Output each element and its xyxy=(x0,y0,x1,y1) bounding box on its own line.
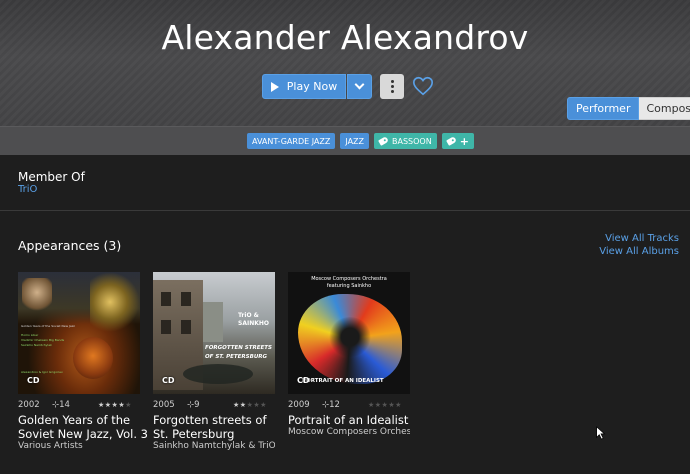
tag-avant-garde-jazz[interactable]: AVANT-GARDE JAZZ xyxy=(247,133,336,149)
album-artist[interactable]: Various Artists xyxy=(18,441,140,452)
artist-header: Alexander Alexandrov Play Now Performer … xyxy=(0,0,690,126)
album-title[interactable]: Portrait of an Idealist xyxy=(288,413,418,427)
view-all-tracks-link[interactable]: View All Tracks xyxy=(599,232,679,245)
album-meta: 2005 ⊹9 ★★★★★ xyxy=(153,399,275,411)
mouse-cursor-icon xyxy=(596,426,606,440)
appearances-heading: Appearances (3) xyxy=(18,238,122,253)
rating-stars: ★★★★★ xyxy=(368,401,402,409)
album-picks: ⊹14 xyxy=(52,400,70,410)
more-options-button[interactable] xyxy=(380,74,404,99)
view-all-links: View All Tracks View All Albums xyxy=(599,232,679,258)
view-all-albums-link[interactable]: View All Albums xyxy=(599,245,679,258)
album-meta: 2002 ⊹14 ★★★★★ xyxy=(18,399,140,411)
play-now-label: Play Now xyxy=(286,80,338,93)
album-picks: ⊹9 xyxy=(187,400,200,410)
album-card[interactable]: TriO & SAINKHO FORGOTTEN STREETS OF ST. … xyxy=(153,272,275,452)
play-now-button[interactable]: Play Now xyxy=(262,74,346,99)
format-badge: CD xyxy=(297,376,310,385)
heart-icon[interactable] xyxy=(412,75,434,97)
play-icon xyxy=(270,81,279,92)
chevron-down-icon xyxy=(354,79,365,90)
composer-toggle[interactable]: Composer xyxy=(639,97,690,120)
format-badge: CD xyxy=(27,376,40,385)
cover-title-text: FORGOTTEN STREETS OF ST. PETERSBURG xyxy=(205,345,272,360)
tag-icon xyxy=(445,136,457,146)
performer-toggle[interactable]: Performer xyxy=(567,97,640,120)
plus-icon: + xyxy=(459,134,469,148)
tag-bassoon[interactable]: BASSOON xyxy=(374,133,437,149)
album-picks: ⊹12 xyxy=(322,400,340,410)
album-title[interactable]: Forgotten streets of St. Petersburg xyxy=(153,413,283,441)
member-of-link-trio[interactable]: TriO xyxy=(18,184,37,195)
tag-jazz[interactable]: JAZZ xyxy=(340,133,370,149)
album-cover[interactable]: TriO & SAINKHO FORGOTTEN STREETS OF ST. … xyxy=(153,272,275,394)
album-title[interactable]: Golden Years of the Soviet New Jazz, Vol… xyxy=(18,413,148,441)
cover-text: TriO & SAINKHO xyxy=(238,312,269,327)
artist-name: Alexander Alexandrov xyxy=(161,18,529,57)
play-options-dropdown[interactable] xyxy=(347,74,372,99)
cover-text: Golden Years of the Soviet New Jazz Homo… xyxy=(21,324,75,374)
album-meta: 2009 ⊹12 ★★★★★ xyxy=(288,399,410,411)
role-toggle: Performer Composer xyxy=(567,97,690,120)
format-badge: CD xyxy=(162,376,175,385)
member-of-heading: Member Of xyxy=(18,170,85,184)
tag-bassoon-label: BASSOON xyxy=(392,136,432,146)
album-cover[interactable]: Moscow Composers Orchestra featuring Sai… xyxy=(288,272,410,394)
tag-icon xyxy=(378,136,389,146)
album-cover[interactable]: Golden Years of the Soviet New Jazz Homo… xyxy=(18,272,140,394)
cover-text: Moscow Composers Orchestra featuring Sai… xyxy=(311,276,387,289)
album-artist[interactable]: Moscow Composers Orchestra xyxy=(288,427,410,438)
album-card[interactable]: Golden Years of the Soviet New Jazz Homo… xyxy=(18,272,148,452)
more-vertical-icon xyxy=(390,80,394,93)
album-year: 2002 xyxy=(18,400,40,410)
album-year: 2005 xyxy=(153,400,175,410)
tag-list: AVANT-GARDE JAZZ JAZZ BASSOON + xyxy=(247,133,474,149)
rating-stars: ★★★★★ xyxy=(233,401,267,409)
cover-title-text: PORTRAIT OF AN IDEALIST xyxy=(302,378,384,384)
rating-stars: ★★★★★ xyxy=(98,401,132,409)
album-artist[interactable]: Sainkho Namtchylak & TriO xyxy=(153,441,275,452)
album-year: 2009 xyxy=(288,400,310,410)
album-card[interactable]: Moscow Composers Orchestra featuring Sai… xyxy=(288,272,410,438)
add-tag-button[interactable]: + xyxy=(441,133,474,149)
section-divider xyxy=(0,210,690,211)
tag-bar: AVANT-GARDE JAZZ JAZZ BASSOON + xyxy=(0,126,690,155)
